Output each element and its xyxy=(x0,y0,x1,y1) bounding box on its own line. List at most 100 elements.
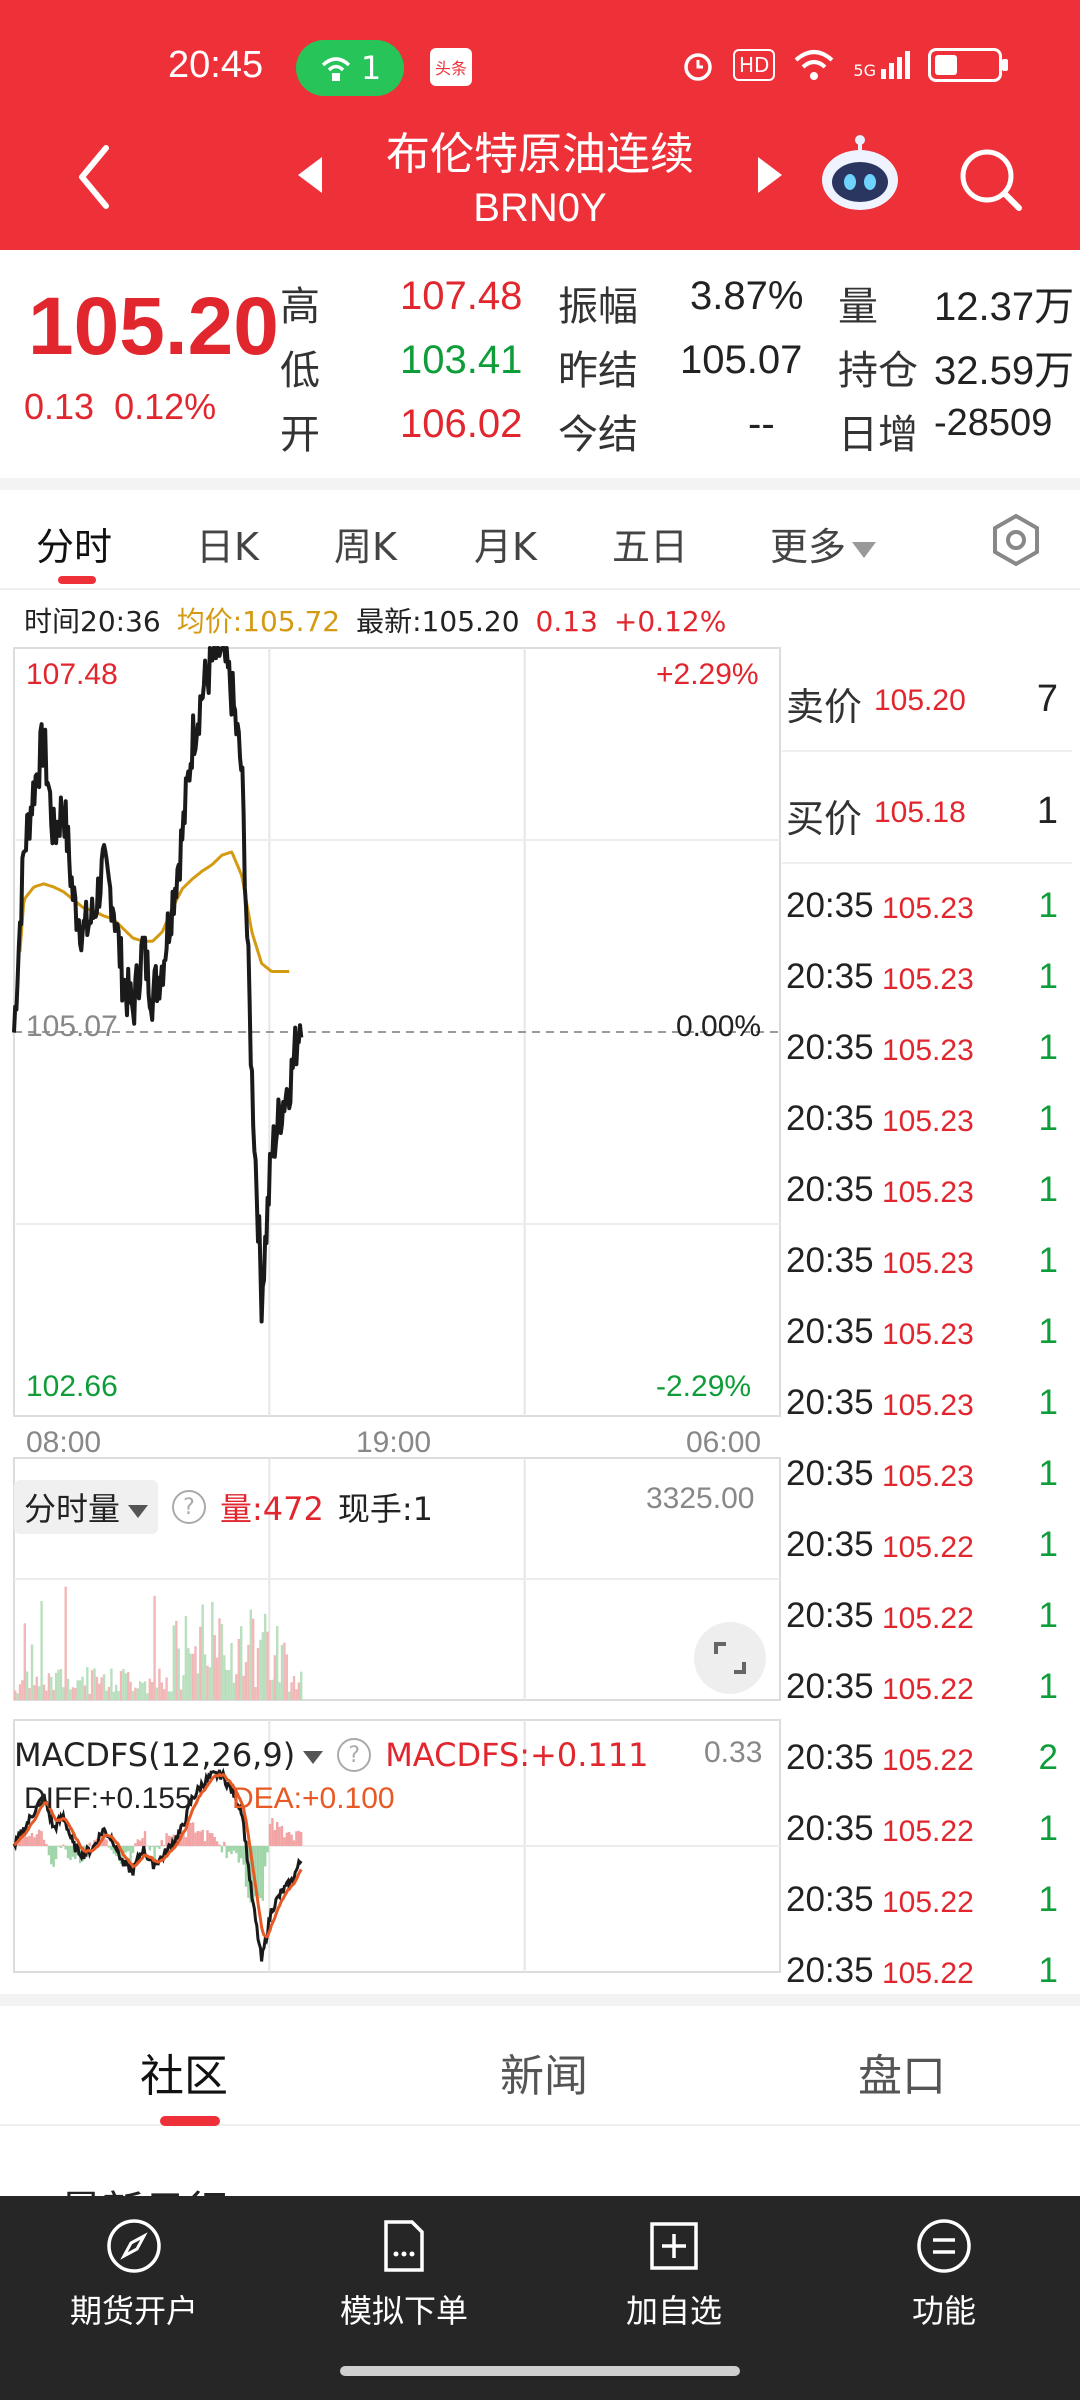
macd-bar xyxy=(33,1837,36,1846)
trade-time: 20:35 xyxy=(786,1241,874,1280)
tab-order-book[interactable]: 盘口 xyxy=(858,2040,946,2104)
macd-bar xyxy=(230,1846,233,1855)
macd-bar xyxy=(30,1833,34,1846)
macd-bar xyxy=(232,1846,236,1851)
volume-selector-label: 分时量 xyxy=(24,1490,121,1528)
volume-bar xyxy=(28,1688,31,1700)
macd-bar xyxy=(151,1846,154,1847)
trade-volume: 1 xyxy=(1038,1099,1058,1138)
ask-row[interactable]: 卖价 105.20 7 xyxy=(782,640,1072,752)
intraday-chart[interactable]: 107.48 +2.29% 105.07 0.00% 102.66 -2.29%… xyxy=(0,640,782,1982)
volume-selector[interactable]: 分时量 xyxy=(14,1480,159,1534)
tab-more[interactable]: 更多 xyxy=(770,516,877,571)
volume-bar xyxy=(86,1667,89,1700)
macd-bar xyxy=(184,1837,188,1846)
volume-bar xyxy=(230,1643,233,1700)
info-average: 均价:105.72 xyxy=(176,605,341,638)
next-contract-arrow-icon[interactable] xyxy=(758,157,782,193)
bid-row[interactable]: 买价 105.18 1 xyxy=(782,752,1072,864)
trade-price: 105.23 xyxy=(882,1389,974,1422)
expand-chart-button[interactable] xyxy=(694,1622,766,1694)
volume-bar xyxy=(189,1653,192,1700)
tab-community[interactable]: 社区 xyxy=(140,2040,228,2104)
functions-button[interactable]: 功能 xyxy=(844,2216,1044,2332)
trade-time: 20:35 xyxy=(786,1525,874,1564)
volume-label: 量 xyxy=(838,284,878,330)
tab-five-day[interactable]: 五日 xyxy=(612,516,688,571)
volume-bar xyxy=(59,1669,63,1700)
open-value: 106.02 xyxy=(400,402,523,446)
volume-bar xyxy=(196,1673,200,1700)
macd-bar xyxy=(211,1833,214,1846)
macd-bar xyxy=(165,1833,168,1846)
volume-bar xyxy=(54,1672,58,1700)
macd-bar xyxy=(261,1846,264,1901)
add-watchlist-button[interactable]: 加自选 xyxy=(574,2216,774,2332)
volume-bar xyxy=(66,1678,70,1700)
macd-bar xyxy=(215,1841,219,1846)
trade-price: 105.22 xyxy=(882,1744,974,1777)
macd-bar xyxy=(189,1822,192,1846)
macd-bar xyxy=(64,1846,67,1850)
macdfs-value: MACDFS:+0.111 xyxy=(385,1736,649,1774)
volume-bar xyxy=(117,1691,120,1700)
trade-volume: 1 xyxy=(1038,1383,1058,1422)
active-section-indicator xyxy=(160,2116,220,2126)
macd-bar xyxy=(278,1826,281,1846)
volume-bar xyxy=(220,1623,224,1700)
trade-time: 20:35 xyxy=(786,886,874,925)
macd-selector[interactable]: MACDFS(12,26,9) xyxy=(14,1736,324,1774)
trade-volume: 1 xyxy=(1038,1951,1058,1990)
volume-bar xyxy=(187,1648,190,1700)
simulated-order-button[interactable]: 模拟下单 xyxy=(304,2216,504,2332)
volume-help-icon[interactable]: ? xyxy=(172,1490,207,1524)
active-tab-indicator xyxy=(58,576,96,584)
hotspot-icon xyxy=(321,57,350,81)
trade-volume: 1 xyxy=(1038,1241,1058,1280)
volume-bar xyxy=(14,1690,17,1700)
trade-volume: 1 xyxy=(1038,1170,1058,1209)
open-account-button[interactable]: 期货开户 xyxy=(34,2216,234,2332)
macd-bar xyxy=(160,1840,163,1846)
trade-price: 105.22 xyxy=(882,1673,974,1706)
volume-bar xyxy=(136,1688,139,1700)
prev-contract-arrow-icon[interactable] xyxy=(298,157,322,193)
trade-price: 105.23 xyxy=(882,1105,974,1138)
tab-daily-k[interactable]: 日K xyxy=(196,516,259,571)
macd-bar xyxy=(105,1839,108,1846)
macd-bar xyxy=(288,1832,291,1846)
chart-svg xyxy=(12,646,781,1973)
trade-volume: 2 xyxy=(1038,1738,1058,1777)
macd-bar xyxy=(242,1846,245,1865)
daily-increase-value: -28509 xyxy=(934,402,1053,444)
volume-bar xyxy=(172,1625,175,1700)
search-icon[interactable] xyxy=(955,144,1025,214)
compass-icon xyxy=(107,2219,161,2273)
volume-bar xyxy=(170,1691,173,1700)
x-label-start: 08:00 xyxy=(26,1426,102,1459)
robot-assistant-icon[interactable] xyxy=(818,132,902,216)
divider xyxy=(0,1994,1080,2006)
tab-weekly-k[interactable]: 周K xyxy=(334,516,397,571)
tab-news[interactable]: 新闻 xyxy=(500,2040,588,2104)
x-label-mid: 19:00 xyxy=(356,1426,432,1459)
info-time: 时间20:36 xyxy=(24,605,161,638)
macd-bar xyxy=(227,1846,231,1852)
volume-bar xyxy=(158,1668,161,1700)
volume-bar xyxy=(213,1635,216,1700)
trade-row: 20:35 105.23 1 xyxy=(782,1438,1072,1509)
hd-icon: HD xyxy=(732,49,776,81)
tab-intraday[interactable]: 分时 xyxy=(36,516,112,571)
contract-code: BRN0Y xyxy=(473,186,607,230)
change-value: 0.13 xyxy=(24,386,95,427)
tab-monthly-k[interactable]: 月K xyxy=(474,516,537,571)
macd-help-icon[interactable]: ? xyxy=(337,1738,372,1772)
back-arrow-icon[interactable] xyxy=(70,142,120,212)
volume-bar xyxy=(266,1631,269,1700)
volume-bar xyxy=(105,1690,108,1700)
trade-row: 20:35 105.22 1 xyxy=(782,1651,1072,1722)
volume-bar xyxy=(90,1670,94,1700)
trade-panel: 卖价 105.20 7 买价 105.18 1 20:35 105.23 1 20:3… xyxy=(782,640,1080,1990)
hotspot-pill[interactable]: 1 xyxy=(296,40,404,96)
settings-hex-icon[interactable] xyxy=(988,512,1044,568)
